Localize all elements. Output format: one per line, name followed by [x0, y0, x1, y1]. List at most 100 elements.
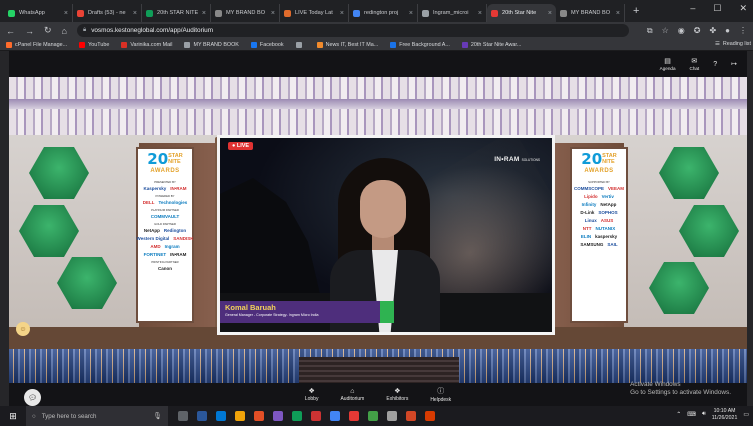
menu-icon[interactable]: ⋮ [739, 26, 747, 36]
minimize-button[interactable]: – [690, 3, 695, 14]
sponsor-logo[interactable]: Vertiv [602, 194, 614, 199]
sponsor-logo[interactable]: SANDISK [173, 236, 193, 241]
sponsor-logo[interactable]: SAMSUNG [580, 242, 603, 247]
nav-lobby[interactable]: ❖ Lobby [305, 387, 319, 402]
sponsor-logo[interactable]: Canon [158, 266, 172, 271]
chat-button[interactable]: ✉ Chat [690, 57, 700, 71]
tray-chevron-icon[interactable]: ⌃ [676, 411, 681, 418]
browser-tab[interactable]: MY BRAND BO × [211, 4, 280, 22]
profile-avatar-button[interactable]: ☺ [16, 322, 30, 336]
bookmark-item[interactable]: Free Background A... [390, 41, 450, 48]
tab-close-icon[interactable]: × [271, 10, 275, 17]
sponsor-logo[interactable]: ASUS [601, 218, 614, 223]
close-window-button[interactable]: ✕ [739, 3, 747, 14]
browser-tab[interactable]: redington proj × [349, 4, 418, 22]
taskbar-search[interactable]: ○ Type here to search 🎙︎ [26, 406, 168, 426]
sponsor-logo[interactable]: Linux [585, 218, 597, 223]
new-tab-button[interactable]: + [633, 5, 639, 17]
share-icon[interactable]: ⧉ [647, 26, 653, 36]
sponsor-logo[interactable]: Infinity [582, 202, 597, 207]
sponsor-logo[interactable]: NetApp [144, 228, 160, 233]
sponsor-logo[interactable]: FORTINET [144, 252, 167, 257]
taskbar-app-icon[interactable] [425, 411, 435, 421]
sponsor-logo[interactable]: Ingram [165, 244, 180, 249]
sponsor-logo[interactable]: COMMSCOPE [574, 186, 604, 191]
tab-close-icon[interactable]: × [340, 10, 344, 17]
sponsor-logo[interactable]: DELL [143, 200, 155, 205]
notification-icon[interactable]: ▭ [743, 411, 749, 418]
browser-tab[interactable]: Drafts (53) - ne × [73, 4, 142, 22]
tab-close-icon[interactable]: × [133, 10, 137, 17]
sponsor-logo[interactable]: Lipido [584, 194, 598, 199]
sponsor-logo[interactable]: NTT [583, 226, 592, 231]
extension-icon-2[interactable]: ✪ [694, 26, 701, 36]
sponsor-logo[interactable]: Technologies [159, 200, 188, 205]
browser-tab[interactable]: 20th STAR NITE × [142, 4, 211, 22]
sponsor-logo[interactable]: ELIN [581, 234, 591, 239]
browser-tab[interactable]: 20th Star Nite × [487, 4, 556, 22]
taskbar-app-icon[interactable] [368, 411, 378, 421]
help-button[interactable]: ? [713, 61, 717, 68]
nav-auditorium[interactable]: ⌂ Auditorium [340, 388, 364, 402]
bookmark-item[interactable]: cPanel File Manage... [6, 41, 67, 48]
bookmark-item[interactable] [295, 41, 305, 48]
sponsor-logo[interactable]: IN•RAM [170, 186, 186, 191]
bookmark-item[interactable]: YouTube [79, 41, 109, 48]
bookmark-item[interactable]: MY BRAND BOOK [184, 41, 239, 48]
back-icon[interactable]: ← [6, 26, 15, 36]
sponsor-logo[interactable]: Redington [164, 228, 186, 233]
logout-button[interactable]: ↦ [731, 60, 737, 68]
taskbar-clock[interactable]: 10:10 AM 11/26/2021 [712, 408, 738, 421]
taskbar-app-icon[interactable] [349, 411, 359, 421]
reload-icon[interactable]: ↻ [44, 25, 52, 36]
sponsor-logo[interactable]: NUTANIX [596, 226, 616, 231]
nav-helpdesk[interactable]: ⓘ Helpdesk [430, 386, 451, 403]
taskbar-app-icon[interactable] [292, 411, 302, 421]
taskbar-app-icon[interactable] [216, 411, 226, 421]
taskbar-app-icon[interactable] [330, 411, 340, 421]
taskbar-app-icon[interactable] [406, 411, 416, 421]
taskbar-app-icon[interactable] [311, 411, 321, 421]
puzzle-icon[interactable]: ✤ [709, 26, 716, 36]
home-icon[interactable]: ⌂ [62, 26, 67, 36]
profile-icon[interactable]: ● [725, 26, 730, 36]
sponsor-logo[interactable]: COMMVAULT [151, 214, 180, 219]
tab-close-icon[interactable]: × [548, 10, 552, 17]
browser-tab[interactable]: WhatsApp × [4, 4, 73, 22]
bookmark-item[interactable]: 20th Star Nite Awar... [461, 41, 521, 48]
taskbar-app-icon[interactable] [254, 411, 264, 421]
microphone-icon[interactable]: 🎙︎ [153, 412, 162, 420]
network-icon[interactable]: ⌨ [687, 411, 696, 418]
volume-icon[interactable]: 🔊︎ [702, 411, 706, 418]
browser-tab[interactable]: MY BRAND BO × [556, 4, 625, 22]
nav-exhibitors[interactable]: ❖ Exhibitors [386, 387, 408, 402]
sponsor-logo[interactable]: kaspersky [595, 234, 617, 239]
chat-fab-button[interactable]: 💬︎ [24, 389, 41, 406]
taskbar-app-icon[interactable] [178, 411, 188, 421]
tab-close-icon[interactable]: × [409, 10, 413, 17]
tab-close-icon[interactable]: × [202, 10, 206, 17]
taskbar-app-icon[interactable] [387, 411, 397, 421]
bookmark-item[interactable]: News IT, Best IT Ma... [316, 41, 378, 48]
reading-list[interactable]: ☰ Reading list [715, 41, 751, 47]
sponsor-logo[interactable]: D-Link [580, 210, 594, 215]
browser-tab[interactable]: LIVE Today Lat × [280, 4, 349, 22]
bookmark-item[interactable]: Facebook [250, 41, 284, 48]
sponsor-logo[interactable]: AMD [150, 244, 160, 249]
forward-icon[interactable]: → [25, 26, 34, 36]
sponsor-logo[interactable]: SAIL [607, 242, 617, 247]
sponsor-logo[interactable]: NetApp [600, 202, 616, 207]
sponsor-logo[interactable]: Western Digital [137, 236, 170, 241]
video-screen[interactable]: ● LIVE IN•RAM SOLUTIONS Komal Baruah Gene… [217, 135, 555, 335]
maximize-button[interactable]: ☐ [713, 3, 721, 14]
sponsor-logo[interactable]: VEEAM [608, 186, 624, 191]
agenda-button[interactable]: ▤ Agenda [660, 57, 676, 71]
extension-icon[interactable]: ◉ [678, 26, 685, 36]
windows-start-icon[interactable]: ⊞ [0, 411, 26, 422]
sponsor-logo[interactable]: IN•RAM [170, 252, 186, 257]
sponsor-logo[interactable]: SOPHOS [598, 210, 617, 215]
taskbar-app-icon[interactable] [273, 411, 283, 421]
tab-close-icon[interactable]: × [64, 10, 68, 17]
bookmark-item[interactable]: Varinika.com Mail [121, 41, 172, 48]
browser-tab[interactable]: Ingram_microi × [418, 4, 487, 22]
